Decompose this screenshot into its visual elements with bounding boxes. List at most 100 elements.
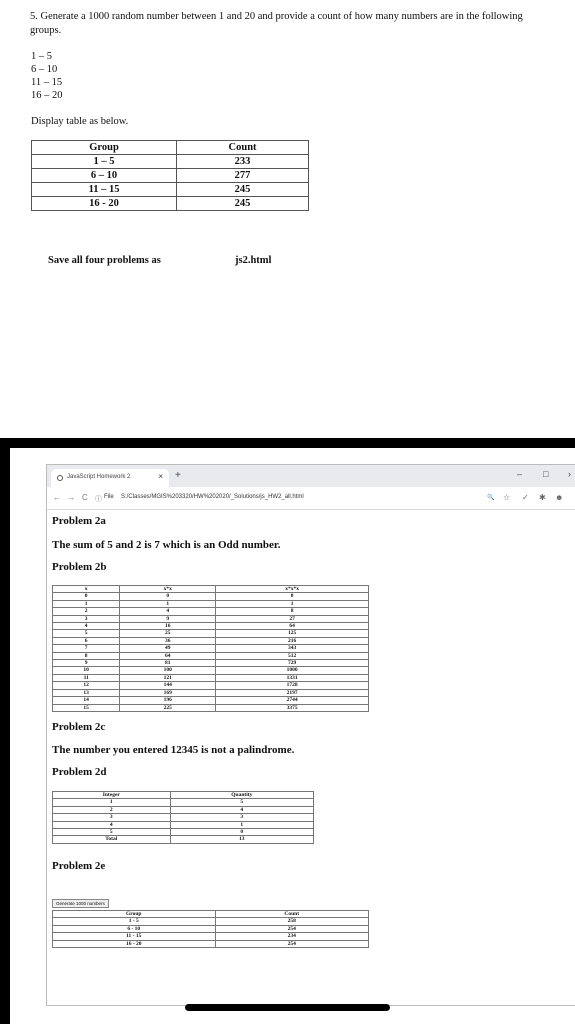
table-header-cell: x*x <box>119 584 217 594</box>
cell-group: 16 - 20 <box>30 196 178 211</box>
problem-2d-title: Problem 2d <box>52 766 107 778</box>
table-cell: 11 <box>51 673 121 683</box>
table-cell: 512 <box>215 651 369 661</box>
info-icon[interactable]: ⓘ <box>95 494 102 504</box>
table-cell: 729 <box>215 659 369 668</box>
table-cell: 125 <box>215 629 369 638</box>
table-cell: 1 <box>51 599 121 609</box>
table-cell: 2 <box>51 607 121 616</box>
table-cell: 0 <box>51 592 121 601</box>
table-cell: 9 <box>51 659 121 668</box>
table-cell: 3375 <box>215 703 369 712</box>
home-indicator <box>185 1004 390 1011</box>
save-instruction: Save all four problems as <box>48 255 161 266</box>
new-tab-button[interactable]: + <box>175 470 181 481</box>
table-row: 6 – 10 277 <box>30 168 309 183</box>
cell-count: 245 <box>176 196 309 211</box>
table-cell: 2197 <box>215 688 369 698</box>
table-row: 12 144 1728 <box>51 681 369 690</box>
puzzle-icon[interactable]: ✱ <box>539 493 546 502</box>
table-cell: 81 <box>119 659 217 668</box>
cell-group: 6 – 10 <box>30 168 178 183</box>
table-cell: 225 <box>119 703 217 712</box>
maximize-icon[interactable]: □ <box>543 469 548 479</box>
table-cell: 13 <box>51 688 121 698</box>
table-header-cell: Count <box>214 909 369 919</box>
table-cell: 0 <box>169 828 315 837</box>
table-header-cell: x <box>51 584 121 594</box>
minimize-icon[interactable]: – <box>517 469 522 479</box>
table-cell: 36 <box>119 636 217 646</box>
forward-icon[interactable]: → <box>67 493 75 502</box>
table-row: 10 100 1000 <box>51 666 369 675</box>
table-header-row: x x*x x*x*x <box>51 584 369 594</box>
table-cell: 1728 <box>215 681 369 690</box>
browser-tab[interactable]: JavaScript Homework 2 × <box>51 469 169 487</box>
problem-2c-result: The number you entered 12345 is not a pa… <box>52 744 295 756</box>
zoom-icon[interactable]: 🔍 <box>487 494 494 501</box>
table-cell: 5 <box>52 828 171 837</box>
cell-count: 245 <box>176 182 309 197</box>
table-row: 15 225 3375 <box>51 703 369 712</box>
tab-bar: JavaScript Homework 2 × + – □ › <box>47 465 575 487</box>
cell-group: 11 – 15 <box>30 182 178 197</box>
reload-icon[interactable]: C <box>82 493 88 502</box>
table-cell: 343 <box>215 644 369 653</box>
extension-icon[interactable]: ✓ <box>522 493 529 502</box>
table-cell: 8 <box>51 651 121 661</box>
table-cell: 7 <box>51 644 121 653</box>
table-row: 11 – 15 245 <box>30 182 309 197</box>
table-cell: 1331 <box>215 673 369 683</box>
table-cell: 16 <box>119 622 217 631</box>
table-row: 24 <box>52 805 315 815</box>
table-cell: 13 <box>169 835 315 844</box>
table-row: 4 16 64 <box>51 622 369 631</box>
table-cell: 3 <box>169 813 315 822</box>
table-cell: 254 <box>214 924 369 934</box>
table-cell: 4 <box>52 820 171 830</box>
star-icon[interactable]: ☆ <box>503 493 510 502</box>
table-row: 11 121 1331 <box>51 673 369 683</box>
table-cell: 15 <box>51 703 121 712</box>
table-row: 15 <box>52 798 315 807</box>
table-cell: 0 <box>119 592 217 601</box>
table-cell: 4 <box>169 805 315 815</box>
table-cell: 4 <box>51 622 121 631</box>
table-header-row: Group Count <box>52 909 369 919</box>
globe-icon <box>57 475 63 481</box>
table-cell: 1000 <box>215 666 369 675</box>
back-icon[interactable]: ← <box>53 493 61 502</box>
table-row: 1 - 5 258 <box>52 917 369 926</box>
table-cell: 2744 <box>215 696 369 705</box>
close-tab-icon[interactable]: × <box>158 472 163 481</box>
table-cell: 144 <box>119 681 217 690</box>
generate-button[interactable]: Generate 1000 numbers <box>52 899 109 908</box>
table-cell: 1 - 5 <box>52 917 216 926</box>
table-cell: 1 <box>119 599 217 609</box>
table-cell: 12 <box>51 681 121 690</box>
left-edge <box>0 448 10 1024</box>
profile-icon[interactable]: ☻ <box>555 493 563 502</box>
table-cell: 64 <box>215 622 369 631</box>
problem-2e-title: Problem 2e <box>52 860 106 872</box>
table-row: 13 169 2197 <box>51 688 369 698</box>
range-item: 6 – 10 <box>31 64 58 75</box>
header-group: Group <box>30 140 178 155</box>
table-cell: 8 <box>215 607 369 616</box>
close-window-icon[interactable]: › <box>568 469 571 479</box>
table-cell: 9 <box>119 614 217 624</box>
table-row: 11 - 15 234 <box>52 932 369 941</box>
powers-table: x x*x x*x*x 0 0 0 1 1 1 2 4 8 3 9 27 4 16 64 5 25 125 6 36 216 7… <box>51 584 369 712</box>
range-item: 11 – 15 <box>31 77 63 88</box>
table-header-cell: Group <box>52 909 216 919</box>
problem-2a-result: The sum of 5 and 2 is 7 which is an Odd … <box>52 539 281 551</box>
table-row: Total 13 <box>52 835 315 844</box>
table-header-row: Integer Quantity <box>52 790 315 800</box>
url-field[interactable]: S:/Classes/MGIS%203320/HW%202020/_Soluti… <box>121 494 304 500</box>
table-cell: 27 <box>215 614 369 624</box>
table-cell: 25 <box>119 629 217 638</box>
table-cell: 5 <box>51 629 121 638</box>
table-cell: 169 <box>119 688 217 698</box>
table-row: 248 <box>51 607 369 616</box>
table-row: 14 196 2744 <box>51 696 369 705</box>
